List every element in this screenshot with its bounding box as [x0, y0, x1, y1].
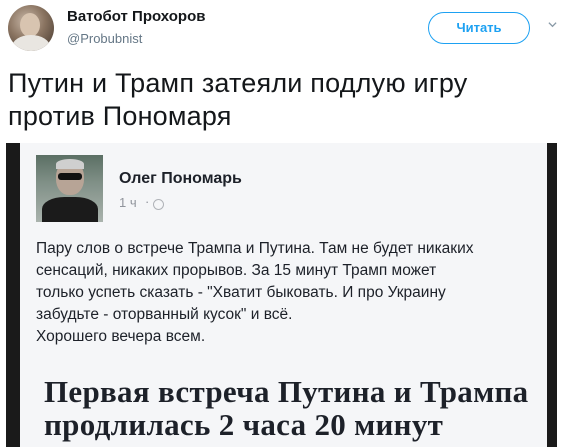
headline-line: Первая встреча Путина и Трампа — [44, 374, 529, 409]
tweet-card: Ватобот Прохоров @Probubnist Читать Пути… — [0, 0, 563, 447]
follow-button[interactable]: Читать — [428, 12, 530, 44]
author-display-name[interactable]: Ватобот Прохоров — [67, 8, 205, 25]
author-handle[interactable]: @Probubnist — [67, 31, 142, 46]
embedded-post-line: забудьте - оторванный кусок" и всё. — [36, 306, 293, 323]
tweet-text-line: против Пономаря — [8, 101, 232, 131]
globe-icon — [153, 199, 164, 210]
embedded-post-text: Пару слов о встрече Трампа и Путина. Там… — [36, 238, 541, 348]
headline-line: продлилась 2 часа 20 минут — [44, 407, 444, 442]
embedded-post-line: только успеть сказать - "Хватит быковать… — [36, 284, 446, 301]
tweet-media-image[interactable]: Олег Пономарь 1 ч · Пару слов о встрече … — [6, 143, 557, 447]
chevron-down-icon[interactable] — [548, 20, 557, 29]
embedded-post-line: Пару слов о встрече Трампа и Путина. Там… — [36, 240, 474, 257]
embedded-headline: Первая встреча Путина и Трампа продлилас… — [44, 375, 544, 441]
embedded-post-line: сенсаций, никаких прорывов. За 15 минут … — [36, 262, 437, 279]
embedded-post-time: 1 ч — [119, 195, 137, 210]
embedded-post-line: Хорошего вечера всем. — [36, 328, 206, 345]
embedded-post-avatar — [36, 155, 103, 222]
tweet-text-line: Путин и Трамп затеяли подлую игру — [8, 68, 468, 98]
embedded-post-author: Олег Пономарь — [119, 170, 242, 187]
embedded-post-separator: · — [145, 194, 150, 209]
tweet-text: Путин и Трамп затеяли подлую игру против… — [8, 67, 553, 133]
embedded-post-screenshot: Олег Пономарь 1 ч · Пару слов о встрече … — [20, 143, 547, 447]
author-avatar[interactable] — [8, 5, 54, 51]
